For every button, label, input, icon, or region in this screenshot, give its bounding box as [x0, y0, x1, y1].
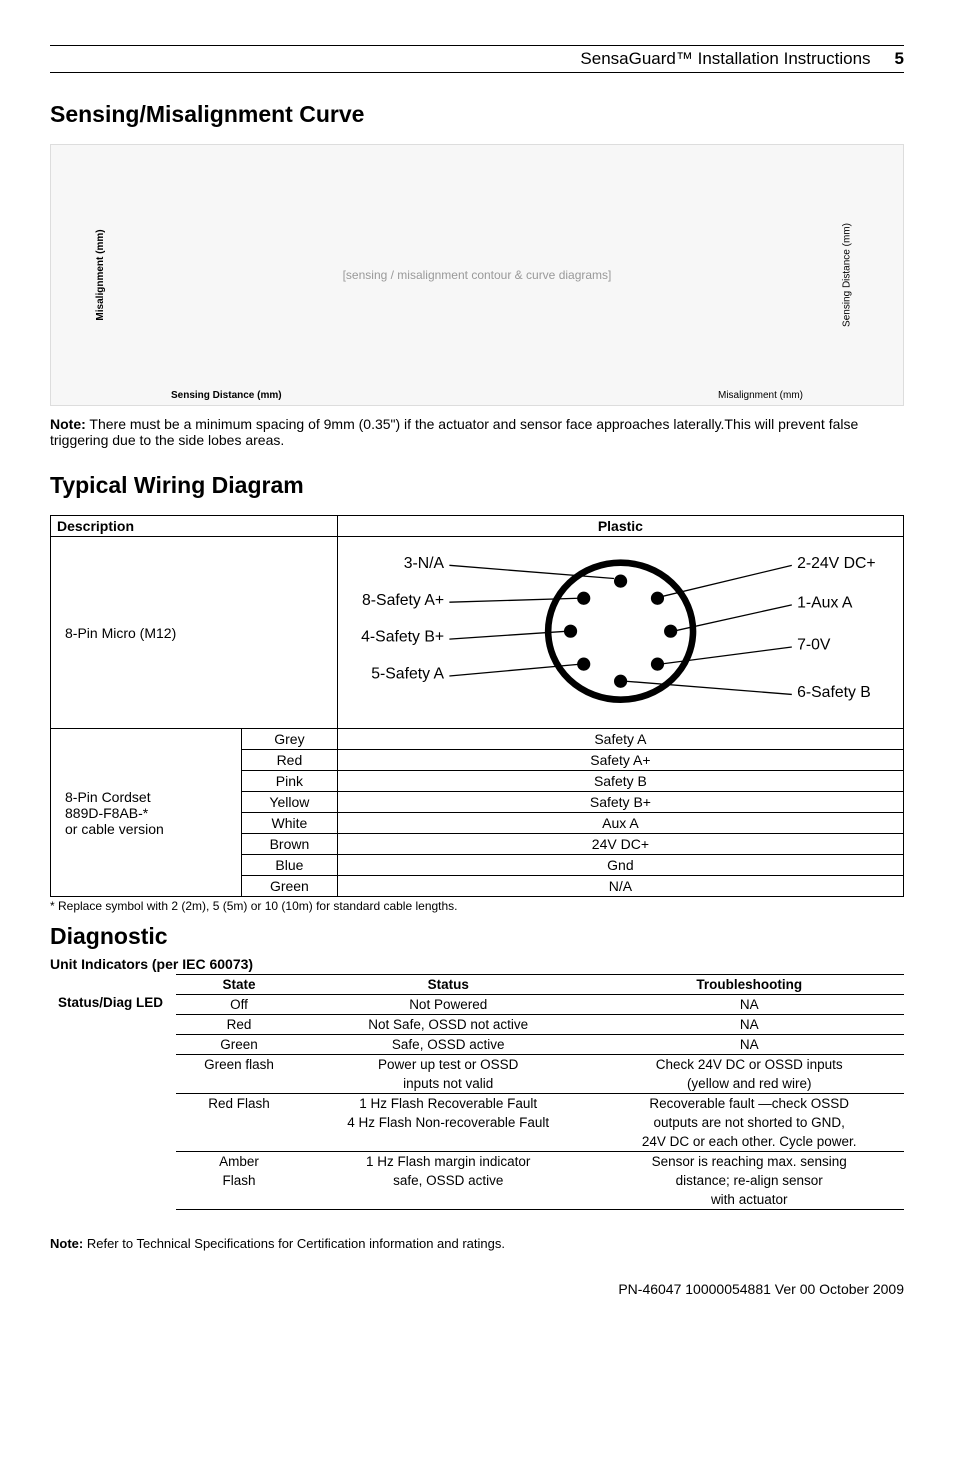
- cordset-label: 8-Pin Cordset 889D-F8AB-* or cable versi…: [51, 729, 242, 897]
- svg-text:7-0V: 7-0V: [797, 637, 831, 654]
- diag-trouble: outputs are not shorted to GND,: [594, 1113, 904, 1132]
- diag-trouble: Recoverable fault —check OSSD: [594, 1094, 904, 1114]
- wire-color: Blue: [242, 855, 338, 876]
- diag-trouble: Check 24V DC or OSSD inputs: [594, 1055, 904, 1075]
- chart2-y-axis: Sensing Distance (mm): [842, 223, 853, 327]
- diag-state: Green: [176, 1035, 302, 1055]
- wire-signal: N/A: [337, 876, 903, 897]
- diag-trouble: 24V DC or each other. Cycle power.: [594, 1132, 904, 1152]
- wire-color: Grey: [242, 729, 338, 750]
- cert-note-label: Note:: [50, 1236, 83, 1251]
- wire-color: Yellow: [242, 792, 338, 813]
- wire-signal: Aux A: [337, 813, 903, 834]
- diag-trouble: (yellow and red wire): [594, 1074, 904, 1094]
- diag-status: Not Safe, OSSD not active: [302, 1015, 594, 1035]
- wire-color: Red: [242, 750, 338, 771]
- diag-status: Power up test or OSSD: [302, 1055, 594, 1075]
- wire-color: Brown: [242, 834, 338, 855]
- wire-signal: Gnd: [337, 855, 903, 876]
- cert-note-text: Refer to Technical Specifications for Ce…: [87, 1236, 505, 1251]
- diag-status: Safe, OSSD active: [302, 1035, 594, 1055]
- diag-led-label: Status/Diag LED: [50, 975, 176, 1210]
- section-sensing-title: Sensing/Misalignment Curve: [50, 101, 904, 128]
- chart-placeholder: [sensing / misalignment contour & curve …: [343, 268, 612, 282]
- diagnostic-table: Status/Diag LED State Status Troubleshoo…: [50, 974, 904, 1210]
- diag-state: Red Flash: [176, 1094, 302, 1114]
- wiring-head-plastic: Plastic: [337, 516, 903, 537]
- diag-head-trouble: Troubleshooting: [594, 975, 904, 995]
- note-label: Note:: [50, 416, 86, 432]
- page-number: 5: [895, 49, 904, 69]
- cert-note: Note: Refer to Technical Specifications …: [50, 1236, 904, 1251]
- diag-state: Off: [176, 995, 302, 1015]
- diag-state: Green flash: [176, 1055, 302, 1075]
- diag-state: Red: [176, 1015, 302, 1035]
- note-curve: Note: There must be a minimum spacing of…: [50, 416, 904, 448]
- diag-trouble: Sensor is reaching max. sensing: [594, 1152, 904, 1172]
- diag-subheading: Unit Indicators (per IEC 60073): [50, 956, 904, 972]
- svg-text:1-Aux A: 1-Aux A: [797, 594, 853, 611]
- svg-text:4-Safety B+: 4-Safety B+: [361, 629, 444, 646]
- diag-status: 4 Hz Flash Non-recoverable Fault: [302, 1113, 594, 1132]
- diag-trouble: NA: [594, 1015, 904, 1035]
- diag-trouble: NA: [594, 995, 904, 1015]
- diag-head-status: Status: [302, 975, 594, 995]
- svg-text:6-Safety B: 6-Safety B: [797, 684, 871, 701]
- svg-text:3-N/A: 3-N/A: [404, 555, 445, 572]
- diag-state: Amber: [176, 1152, 302, 1172]
- svg-text:8-Safety A+: 8-Safety A+: [362, 592, 444, 609]
- wiring-pinout-cell: 3-N/A 8-Safety A+ 4-Safety B+ 5-Safety A…: [337, 537, 903, 729]
- diag-status: safe, OSSD active: [302, 1171, 594, 1190]
- wiring-head-desc: Description: [51, 516, 338, 537]
- svg-text:2-24V DC+: 2-24V DC+: [797, 555, 876, 572]
- wire-color: White: [242, 813, 338, 834]
- diag-status: 1 Hz Flash Recoverable Fault: [302, 1094, 594, 1114]
- wire-color: Green: [242, 876, 338, 897]
- diag-trouble: with actuator: [594, 1190, 904, 1210]
- note-text: There must be a minimum spacing of 9mm (…: [50, 416, 858, 448]
- wire-signal: Safety B: [337, 771, 903, 792]
- m12-pinout-diagram: 3-N/A 8-Safety A+ 4-Safety B+ 5-Safety A…: [344, 539, 897, 723]
- wire-signal: Safety B+: [337, 792, 903, 813]
- wiring-micro-label: 8-Pin Micro (M12): [51, 537, 338, 729]
- diag-status: inputs not valid: [302, 1074, 594, 1094]
- chart1-y-axis: Misalignment (mm): [95, 229, 106, 320]
- wire-signal: Safety A+: [337, 750, 903, 771]
- page-header: SensaGuard™ Installation Instructions 5: [50, 45, 904, 73]
- sensing-misalignment-charts: Misalignment (mm) Sensing Distance (mm) …: [50, 144, 904, 406]
- svg-text:5-Safety A: 5-Safety A: [371, 666, 444, 683]
- diag-status: 1 Hz Flash margin indicator: [302, 1152, 594, 1172]
- wire-signal: 24V DC+: [337, 834, 903, 855]
- wiring-footnote: * Replace symbol with 2 (2m), 5 (5m) or …: [50, 899, 904, 913]
- wire-color: Pink: [242, 771, 338, 792]
- section-wiring-title: Typical Wiring Diagram: [50, 472, 904, 499]
- diag-trouble: distance; re-align sensor: [594, 1171, 904, 1190]
- diag-trouble: NA: [594, 1035, 904, 1055]
- wiring-table: Description Plastic 8-Pin Micro (M12): [50, 515, 904, 897]
- part-number-line: PN-46047 10000054881 Ver 00 October 2009: [50, 1281, 904, 1297]
- diag-status: Not Powered: [302, 995, 594, 1015]
- chart1-x-axis: Sensing Distance (mm): [171, 390, 282, 401]
- wire-signal: Safety A: [337, 729, 903, 750]
- section-diagnostic-title: Diagnostic: [50, 923, 904, 950]
- diag-state: Flash: [176, 1171, 302, 1190]
- chart2-x-axis: Misalignment (mm): [718, 390, 803, 401]
- diag-head-state: State: [176, 975, 302, 995]
- doc-title: SensaGuard™ Installation Instructions: [580, 49, 870, 69]
